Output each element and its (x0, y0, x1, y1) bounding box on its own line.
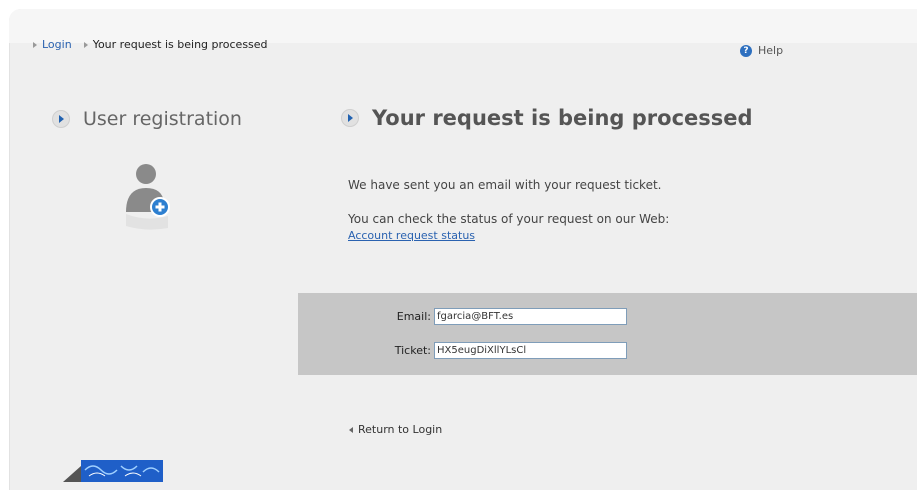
ticket-info-panel (298, 293, 917, 375)
status-message: You can check the status of your request… (348, 212, 670, 226)
breadcrumb-arrow-icon (83, 41, 88, 48)
bullet-arrow-icon (341, 109, 359, 127)
back-arrow-icon (349, 426, 353, 433)
account-request-status-link[interactable]: Account request status (348, 229, 475, 242)
page-title-text: Your request is being processed (372, 106, 753, 130)
sidebar-title: User registration (52, 108, 242, 130)
help-icon: ? (740, 44, 752, 57)
breadcrumb-login-link[interactable]: Login (42, 38, 72, 51)
sidebar-title-text: User registration (83, 108, 242, 130)
email-row: Email: (301, 308, 627, 325)
ticket-field[interactable] (434, 342, 627, 359)
return-label: Return to Login (358, 423, 443, 436)
email-label: Email: (396, 310, 431, 323)
content-panel (9, 9, 917, 490)
brand-logo (63, 460, 163, 482)
email-sent-message: We have sent you an email with your requ… (348, 178, 662, 192)
breadcrumb-arrow-icon (33, 41, 37, 48)
user-add-icon (126, 164, 170, 230)
help-link[interactable]: ? Help (740, 44, 783, 57)
bullet-arrow-icon (52, 110, 70, 128)
email-field[interactable] (434, 308, 627, 325)
ticket-label: Ticket: (394, 344, 431, 357)
breadcrumb: Login Your request is being processed (33, 38, 268, 51)
page-title: Your request is being processed (341, 106, 753, 130)
ticket-row: Ticket: (301, 342, 627, 359)
help-label: Help (758, 44, 784, 57)
return-to-login-link[interactable]: Return to Login (349, 423, 442, 436)
breadcrumb-current: Your request is being processed (92, 38, 268, 51)
